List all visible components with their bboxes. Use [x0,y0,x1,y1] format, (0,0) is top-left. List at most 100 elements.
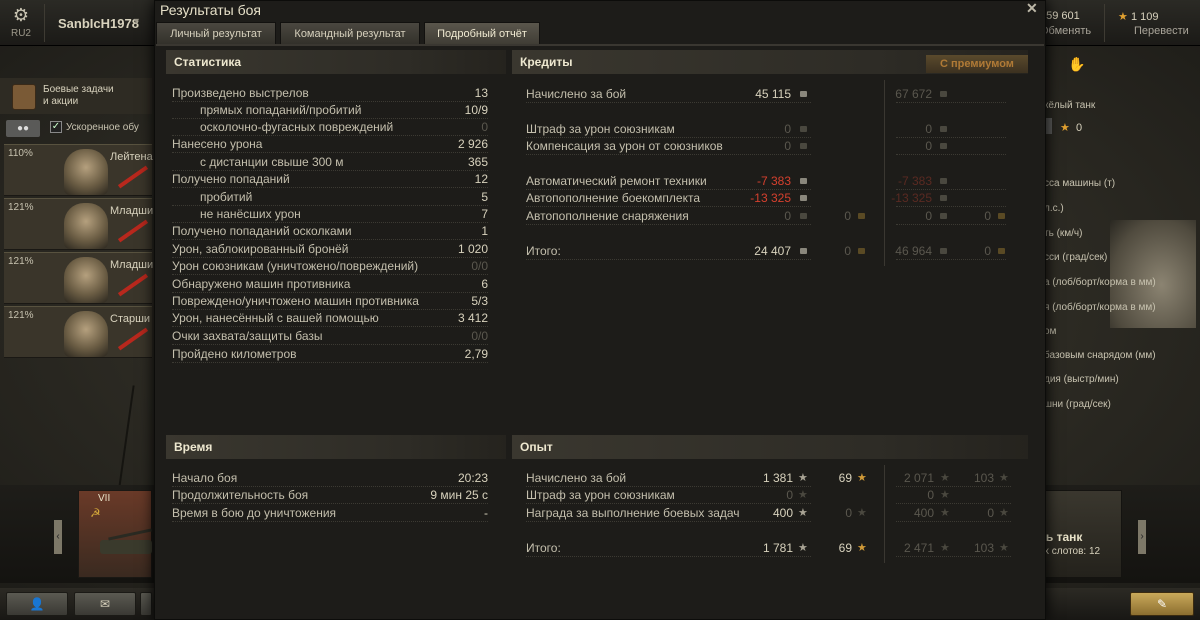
time-row-label: Время в бою до уничтожения [172,506,337,520]
credits-row-label: Автопополнение снаряжения [526,209,689,223]
time-row-label: Начало боя [172,471,238,485]
tab-team[interactable]: Командный результат [280,22,420,44]
accelerate-checkbox[interactable]: ✓ [50,121,62,133]
exchange-link[interactable]: Обменять [1040,25,1091,37]
time-row: Время в бою до уничтожения - [172,505,488,522]
tank-card[interactable] [78,490,152,578]
crew-stripe [117,327,149,351]
crew-member-card[interactable]: 121% Старши [4,306,152,358]
xp-star-icon: ★ [798,507,808,519]
chat-icon[interactable]: ✉ [74,592,136,616]
premium-divider [884,465,885,563]
credits-row-premium: 0 [925,122,932,136]
stats-row-value: 7 [481,207,488,221]
credits-row-base: 45 115 [755,87,791,101]
accelerate-label: Ускоренное обу [66,122,139,133]
free-xp-star-icon: ★ [999,507,1009,519]
credits-dotted-line [896,102,1006,103]
crew-member-card[interactable]: 110% Лейтена [4,144,153,196]
tank-image [100,540,152,554]
stats-row: осколочно-фугасных повреждений 0 [172,119,488,136]
credits-row-premium: -13 325 [891,191,932,205]
quests-label-line2: и акции [43,96,79,107]
crew-skill-pct: 121% [8,202,34,213]
free-slots-label: х слотов: 12 [1044,546,1101,557]
stats-row-label: не нанёсших урон [200,207,301,221]
quests-icon[interactable] [12,84,36,110]
crew-skill-pct: 110% [8,148,33,159]
divider [1104,4,1105,42]
stats-row-value: 5/3 [471,294,488,308]
carousel-right-arrow[interactable]: › [1138,520,1146,554]
stats-header: Статистика [166,50,506,74]
gear-icon[interactable]: ⚙ [4,6,38,24]
xp-row-base: 400 [772,506,793,520]
tank-param: базовым снарядом (мм) [1044,350,1156,361]
crew-rank: Младши [110,205,154,217]
close-icon[interactable]: ✕ [1026,0,1038,17]
star-value: 0 [1076,122,1083,134]
xp-star-icon: ★ [940,489,950,501]
channel-button[interactable] [140,592,152,616]
stats-row-label: Урон союзникам (уничтожено/повреждений) [172,259,419,273]
stats-row-value: 13 [474,86,488,100]
time-header: Время [166,435,506,459]
crew-portrait [64,149,108,195]
xp-row-premium: 2 471 [903,541,934,555]
credits-dotted-line [896,224,1006,225]
xp-row-label: Награда за выполнение боевых задач [526,506,740,520]
stats-row-label: осколочно-фугасных повреждений [200,120,394,134]
xp-star-icon: ★ [940,507,950,519]
time-row-value: 20:23 [457,471,488,485]
user-icon[interactable]: 👤 [6,592,68,616]
crew-button[interactable]: ●● [6,120,40,137]
xp-star-icon: ★ [940,472,950,484]
chevron-down-icon[interactable]: ▾ [134,16,139,27]
crew-rank: Старши [110,313,151,325]
tank-param: сса машины (т) [1044,178,1116,189]
xp-row-label: Штраф за урон союзникам [526,488,675,502]
tank-param: дия (выстр/мин) [1044,374,1119,385]
stats-row: Обнаружено машин противника 6 [172,276,488,293]
username[interactable]: SanbIcH1978 [58,16,139,31]
notifications-icon[interactable]: ✎ [1130,592,1194,616]
xp-row-label: Итого: [526,541,561,555]
carousel-left-arrow[interactable]: ‹ [54,520,62,554]
xp-dotted-line [896,503,1011,504]
credits-row-base: 0 [784,122,791,136]
credits-dotted-line [896,137,1006,138]
tab-personal[interactable]: Личный результат [156,22,276,44]
stats-row-label: Произведено выстрелов [172,86,309,100]
crew-portrait [64,311,108,357]
stats-row-value: 1 020 [457,242,488,256]
tab-detailed[interactable]: Подробный отчёт [424,22,540,44]
credits-row-base: 0 [784,209,791,223]
xp-dotted-line [896,556,1011,557]
xp-star-icon: ★ [798,542,808,554]
stats-row: Нанесено урона 2 926 [172,136,488,153]
crew-stripe [117,273,149,297]
credits-dotted-line [526,154,811,155]
credit-icon [800,126,807,132]
credits-dotted-line [896,259,1006,260]
credits-row-base: 0 [784,139,791,153]
credits-row-label: Штраф за урон союзникам [526,122,675,136]
xp-row-base: 1 781 [762,541,793,555]
tank-tier: VII [98,493,111,504]
premium-divider [884,80,885,266]
quests-label[interactable]: Боевые задачи и акции [43,84,114,108]
credits-row-premium: 67 672 [895,87,932,101]
credits-dotted-line [896,206,1006,207]
credits-row-bonds: 0 [844,209,851,223]
crew-member-card[interactable]: 121% Младши [4,252,153,304]
credits-row-base: 24 407 [754,244,791,258]
credits-dotted-line [896,154,1006,155]
stats-row: Повреждено/уничтожено машин противника 5/… [172,293,488,310]
hand-icon[interactable]: ✋ [1068,56,1085,73]
premium-label: С премиумом [926,55,1028,73]
buy-tank-label[interactable]: ть танк [1040,530,1082,544]
credit-icon [800,143,807,149]
star-icon: ★ [1060,122,1070,134]
crew-member-card[interactable]: 121% Младши [4,198,153,250]
transfer-link[interactable]: Перевести [1134,25,1189,37]
